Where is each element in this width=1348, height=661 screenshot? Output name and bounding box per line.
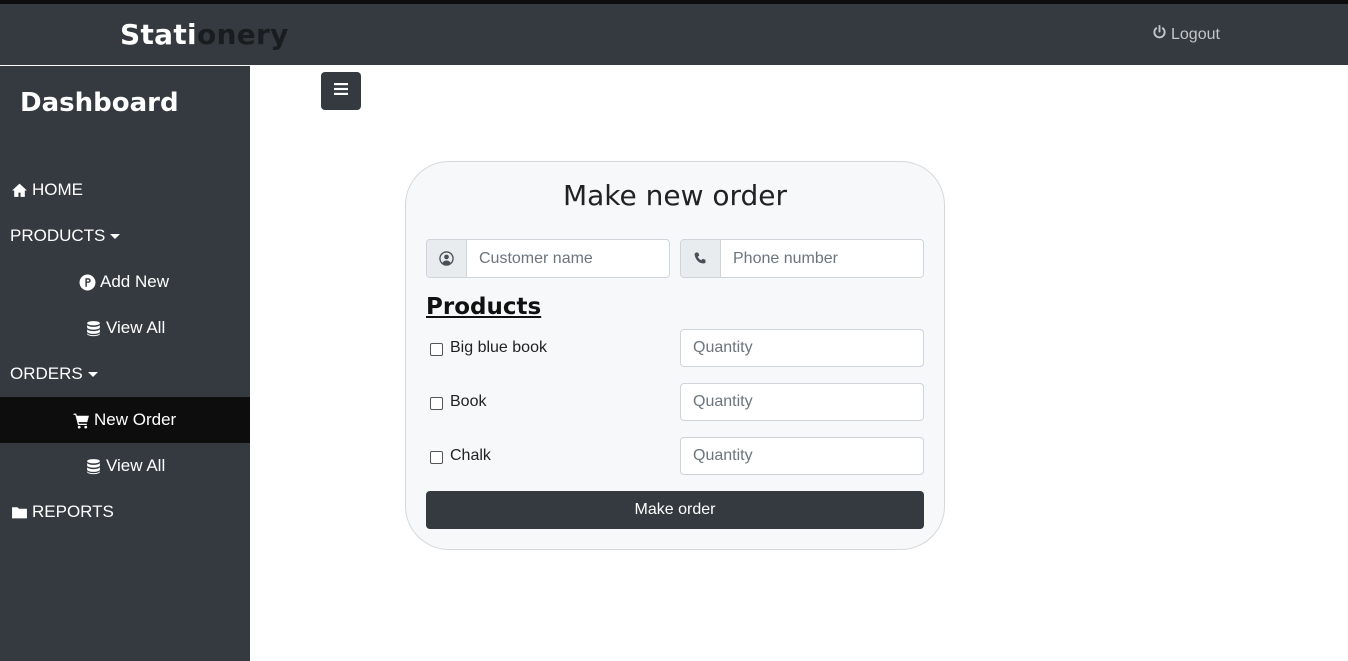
folder-icon <box>10 503 28 521</box>
product-checkbox[interactable] <box>430 451 443 464</box>
product-row: Big blue book <box>426 329 924 367</box>
database-icon <box>84 319 102 337</box>
logout-link[interactable]: Logout <box>1152 25 1220 45</box>
phone-icon <box>681 240 721 277</box>
caret-down-icon <box>87 371 98 377</box>
quantity-input[interactable] <box>680 329 924 367</box>
form-title: Make new order <box>562 179 788 212</box>
product-name: Chalk <box>450 447 491 464</box>
sidebar-item-home[interactable]: HOME <box>0 167 250 213</box>
sidebar-item-label: New Order <box>94 410 177 429</box>
sidebar-item-reports[interactable]: REPORTS <box>0 489 250 535</box>
sidebar-title: Dashboard <box>20 88 179 118</box>
sidebar-item-view-all-orders[interactable]: View All <box>0 443 250 489</box>
phone-number-group <box>680 239 924 278</box>
sidebar-item-label: View All <box>106 318 166 337</box>
top-navbar: Stationery Logout <box>0 4 1348 65</box>
new-order-form: Make new order Products Big blue book Bo… <box>405 161 945 550</box>
p-circle-icon <box>78 273 96 291</box>
product-row: Chalk <box>426 437 924 475</box>
user-circle-icon <box>427 240 467 277</box>
home-icon <box>10 181 28 199</box>
quantity-input[interactable] <box>680 383 924 421</box>
product-checkbox[interactable] <box>430 397 443 410</box>
customer-name-group <box>426 239 670 278</box>
brand-text-light: Stati <box>120 18 197 51</box>
product-name: Book <box>450 393 487 410</box>
brand-text-dark: onery <box>196 18 289 51</box>
cart-icon <box>72 411 90 429</box>
quantity-input[interactable] <box>680 437 924 475</box>
logout-label: Logout <box>1171 26 1220 43</box>
sidebar-item-orders[interactable]: ORDERS <box>0 351 250 397</box>
caret-down-icon <box>110 233 121 239</box>
hamburger-icon <box>334 82 348 101</box>
sidebar-item-label: View All <box>106 456 166 475</box>
products-heading: Products <box>426 294 542 320</box>
phone-number-input[interactable] <box>721 240 923 277</box>
brand-logo[interactable]: Stationery <box>120 18 289 51</box>
sidebar-item-label: REPORTS <box>32 502 114 521</box>
product-row: Book <box>426 383 924 421</box>
sidebar-item-add-new-product[interactable]: Add New <box>0 259 250 305</box>
sidebar-item-label: HOME <box>32 180 83 199</box>
make-order-button[interactable]: Make order <box>426 491 924 529</box>
product-name: Big blue book <box>450 339 547 356</box>
sidebar-item-label: ORDERS <box>10 364 83 383</box>
sidebar-item-label: Add New <box>100 272 169 291</box>
sidebar-item-label: PRODUCTS <box>10 226 106 245</box>
customer-name-input[interactable] <box>467 240 669 277</box>
database-icon <box>84 457 102 475</box>
sidebar-toggle-button[interactable] <box>321 72 361 110</box>
sidebar-item-view-all-products[interactable]: View All <box>0 305 250 351</box>
power-icon <box>1152 25 1167 45</box>
product-checkbox[interactable] <box>430 343 443 356</box>
sidebar: Dashboard HOME PRODUCTS Add New View All… <box>0 66 250 661</box>
sidebar-item-products[interactable]: PRODUCTS <box>0 213 250 259</box>
sidebar-item-new-order[interactable]: New Order <box>0 397 250 443</box>
